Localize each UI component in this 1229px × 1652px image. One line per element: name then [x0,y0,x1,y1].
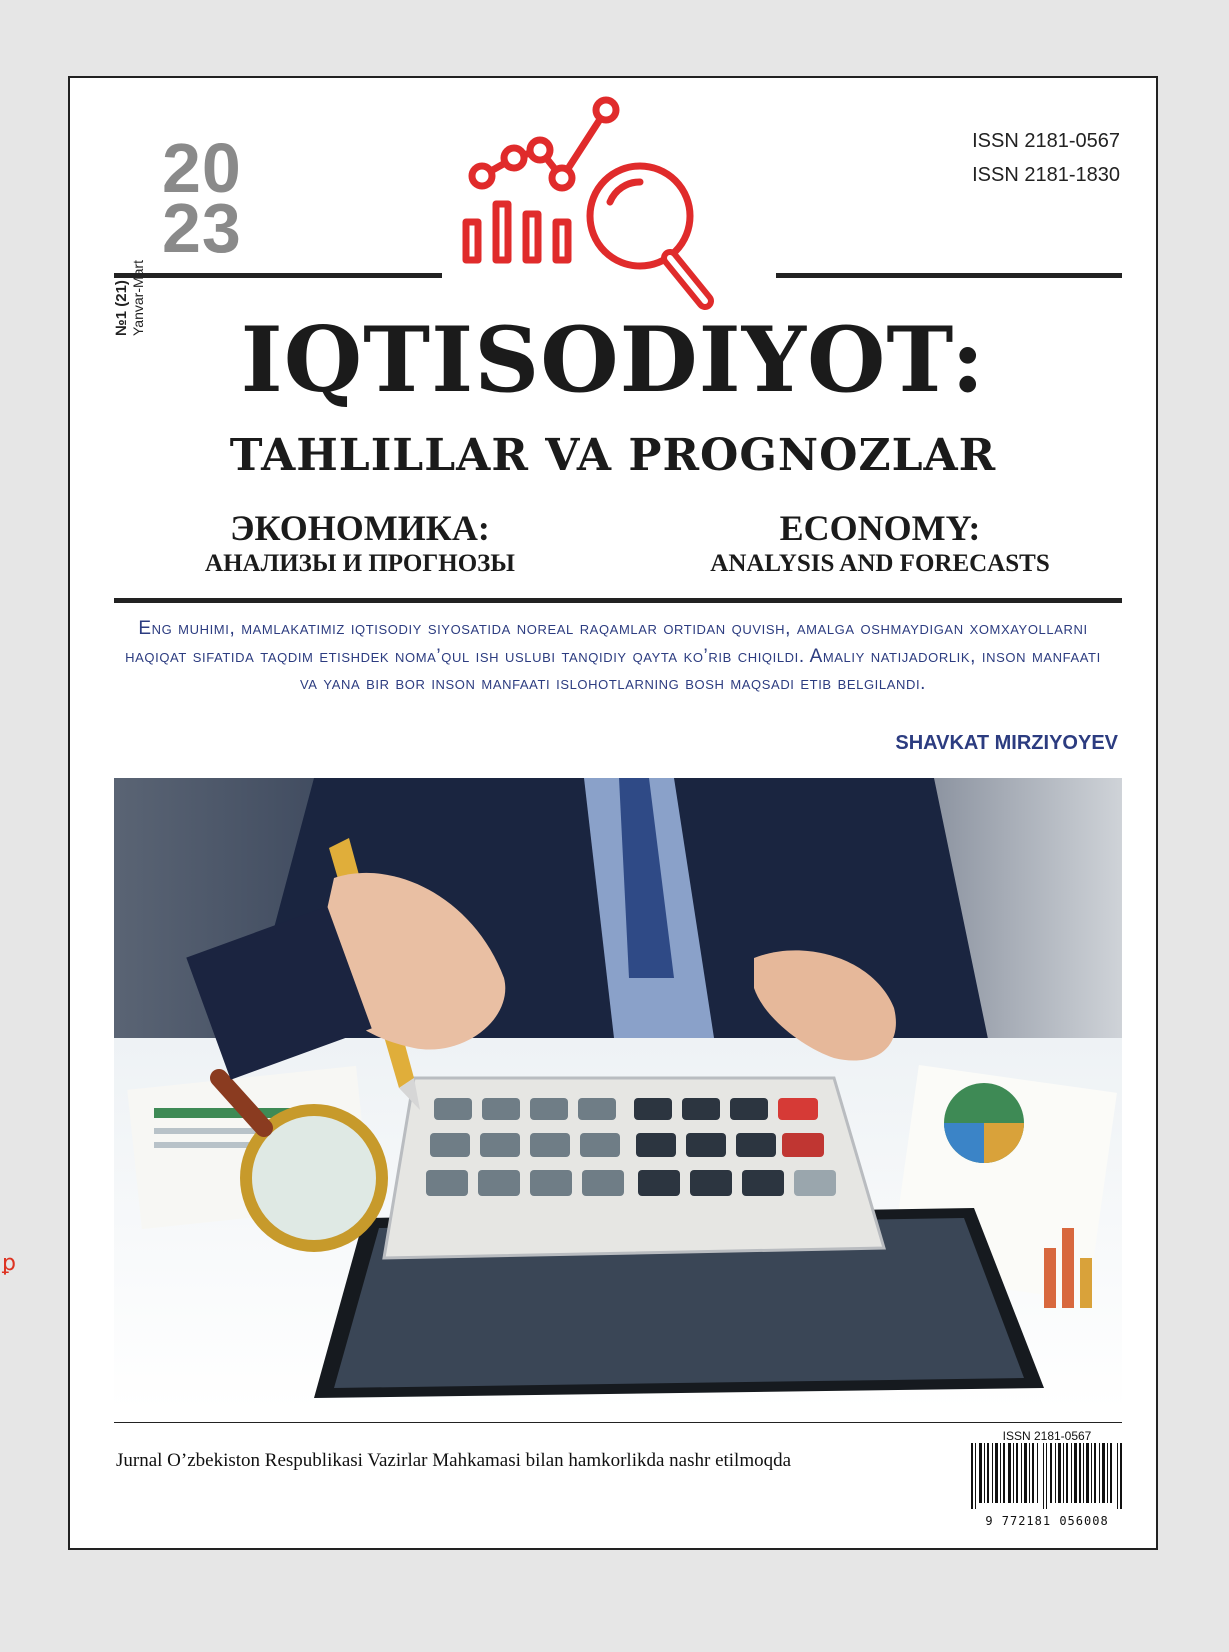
chart-magnifier-logo-icon [462,96,714,310]
barcode-digits: 9 772181 056008 [985,1514,1109,1528]
magazine-cover: №1 (21) Yanvar-Mart 20 23 ISSN 2181-0567… [68,76,1158,1550]
russian-title-main: ЭКОНОМИКА: [230,508,490,548]
year-bottom: 23 [162,189,242,267]
issue-year: 20 23 [162,133,242,267]
cover-photo [114,778,1122,1410]
russian-title-sub: АНАЛИЗЫ И ПРОГНОЗЫ [205,550,515,577]
margin-mark: ꝑ [2,1250,16,1275]
issn-online: ISSN 2181-1830 [972,164,1120,186]
english-title-main: ECONOMY: [779,508,981,548]
main-subtitle: TAHLILLAR VA PROGNOZLAR [229,430,997,481]
issn-block: ISSN 2181-0567 ISSN 2181-1830 [972,124,1120,192]
subtitle-rule [114,598,1122,603]
barcode-issn: ISSN 2181-0567 [1002,1429,1092,1443]
english-title: ECONOMY: ANALYSIS AND FORECASTS [640,508,1120,580]
footer-rule [114,1422,1122,1423]
header-rule-right [776,273,1122,278]
footer-publisher-note: Jurnal O’zbekiston Respublikasi Vazirlar… [116,1450,792,1471]
english-title-sub: ANALYSIS AND FORECASTS [710,550,1050,577]
barcode-icon [971,1443,1122,1509]
barcode-block: ISSN 2181-0567 9 772181 056008 [967,1429,1127,1539]
quote-author: SHAVKAT MIRZIYOYEV [895,732,1118,754]
issn-print: ISSN 2181-0567 [972,130,1120,152]
russian-title: ЭКОНОМИКА: АНАЛИЗЫ И ПРОГНОЗЫ [120,508,600,580]
header-rule-left [114,273,442,278]
quote-text: Eng muhimi, mamlakatimiz iqtisodiy siyos… [125,618,1101,694]
main-title: IQTISODIYOT: [240,307,986,413]
